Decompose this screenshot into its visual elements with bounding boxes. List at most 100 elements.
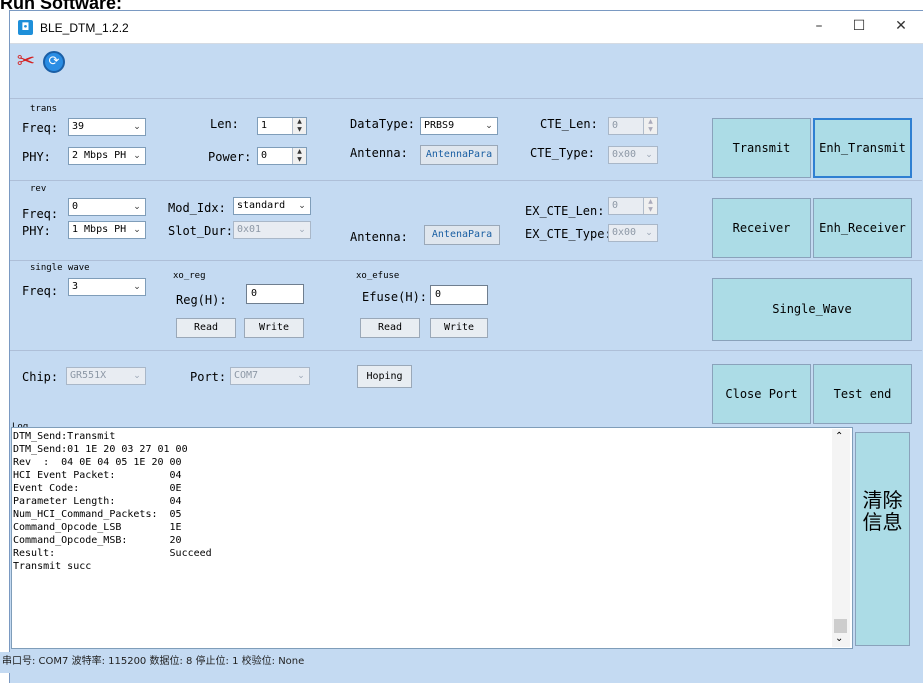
reg-read-button[interactable]: Read <box>176 318 236 338</box>
section-divider <box>10 350 922 351</box>
chip-value: GR551X <box>70 370 107 381</box>
spinner-arrows-icon[interactable]: ▲ ▼ <box>292 148 306 164</box>
mod-idx-label: Mod_Idx: <box>168 201 226 215</box>
trans-phy-select[interactable]: 2 Mbps PH ⌄ <box>68 147 146 165</box>
trans-phy-label: PHY: <box>22 150 51 164</box>
port-label: Port: <box>190 370 227 384</box>
trans-phy-value: 2 Mbps PH <box>72 150 127 161</box>
rev-freq-select[interactable]: 0 ⌄ <box>68 198 146 216</box>
minimize-button[interactable]: – <box>800 11 838 44</box>
refresh-icon[interactable]: ⟳ <box>43 51 65 73</box>
transmit-button[interactable]: Transmit <box>712 118 811 178</box>
spinner-arrows-icon[interactable]: ▲ ▼ <box>292 118 306 134</box>
rev-phy-label: PHY: <box>22 224 51 238</box>
port-select[interactable]: COM7 ⌄ <box>230 367 310 385</box>
reg-write-button[interactable]: Write <box>244 318 304 338</box>
chevron-down-icon: ⌄ <box>645 228 653 238</box>
rev-phy-select[interactable]: 1 Mbps PH ⌄ <box>68 221 146 239</box>
trans-power-label: Power: <box>208 150 252 164</box>
maximize-button[interactable]: ☐ <box>840 11 878 44</box>
efuse-write-button[interactable]: Write <box>430 318 488 338</box>
trans-freq-value: 39 <box>72 121 85 132</box>
receiver-button[interactable]: Receiver <box>712 198 811 258</box>
ex-cte-type-label: EX_CTE_Type: <box>525 227 612 241</box>
cte-type-value: 0x00 <box>612 149 637 160</box>
single-freq-label: Freq: <box>22 284 59 298</box>
spinner-arrows-icon[interactable]: ▲ ▼ <box>643 198 657 214</box>
spinner-arrows-icon[interactable]: ▲ ▼ <box>643 118 657 134</box>
cte-type-select[interactable]: 0x00 ⌄ <box>608 146 658 164</box>
test-end-button[interactable]: Test end <box>813 364 912 424</box>
trans-antenna-para-button[interactable]: AntennaPara <box>420 145 498 165</box>
trans-power-value: 0 <box>261 150 268 161</box>
datatype-value: PRBS9 <box>424 120 455 131</box>
rev-freq-value: 0 <box>72 201 79 212</box>
chip-select[interactable]: GR551X ⌄ <box>66 367 146 385</box>
trans-len-spinner[interactable]: 1 ▲ ▼ <box>257 117 307 135</box>
chevron-down-icon: ⌄ <box>298 201 306 211</box>
rev-antenna-label: Antenna: <box>350 230 408 244</box>
mod-idx-value: standard <box>237 200 286 211</box>
trans-len-label: Len: <box>210 117 239 131</box>
ex-cte-len-value: 0 <box>612 200 619 211</box>
reg-input[interactable]: 0 <box>246 284 304 304</box>
log-scrollbar[interactable]: ⌃ ⌄ <box>832 429 850 647</box>
trans-freq-select[interactable]: 39 ⌄ <box>68 118 146 136</box>
rev-antenna-para-button[interactable]: AntenaPara <box>424 225 500 245</box>
chip-label: Chip: <box>22 370 59 384</box>
chevron-down-icon: ⌄ <box>133 282 141 292</box>
xo-efuse-group-label: xo_efuse <box>356 271 400 281</box>
efuse-label: Efuse(H): <box>362 290 428 304</box>
chevron-down-icon: ⌄ <box>133 151 141 161</box>
rev-group-label: rev <box>30 184 47 194</box>
enh-receiver-button[interactable]: Enh_Receiver <box>813 198 912 258</box>
datatype-select[interactable]: PRBS9 ⌄ <box>420 117 498 135</box>
single-wave-button[interactable]: Single_Wave <box>712 278 912 341</box>
cte-type-label: CTE_Type: <box>530 146 596 160</box>
chevron-down-icon: ⌄ <box>485 121 493 131</box>
ex-cte-type-select[interactable]: 0x00 ⌄ <box>608 224 658 242</box>
status-text: 串口号: COM7 波特率: 115200 数据位: 8 停止位: 1 校验位:… <box>2 656 305 667</box>
slot-dur-label: Slot_Dur: <box>168 224 234 238</box>
scroll-down-icon[interactable]: ⌄ <box>835 633 843 644</box>
slot-dur-select[interactable]: 0x01 ⌄ <box>233 221 311 239</box>
trans-power-spinner[interactable]: 0 ▲ ▼ <box>257 147 307 165</box>
chevron-down-icon: ⌄ <box>298 225 306 235</box>
trans-antenna-label: Antenna: <box>350 146 408 160</box>
clear-info-button[interactable]: 清除信息 <box>855 432 910 646</box>
slot-dur-value: 0x01 <box>237 224 262 235</box>
cte-len-label: CTE_Len: <box>540 117 598 131</box>
app-icon: ◘ <box>18 20 33 35</box>
trans-freq-label: Freq: <box>22 121 59 135</box>
settings-tools-icon[interactable]: ✂ <box>12 48 40 76</box>
chevron-down-icon: ⌄ <box>133 202 141 212</box>
title-bar: ◘ BLE_DTM_1.2.2 – ☐ ✕ <box>10 11 923 44</box>
efuse-input[interactable]: 0 <box>430 285 488 305</box>
xo-reg-group-label: xo_reg <box>173 271 206 281</box>
log-text: DTM_Send:Transmit DTM_Send:01 1E 20 03 2… <box>13 431 212 572</box>
chevron-down-icon: ⌄ <box>297 371 305 381</box>
scroll-up-icon[interactable]: ⌃ <box>835 431 843 442</box>
mod-idx-select[interactable]: standard ⌄ <box>233 197 311 215</box>
hoping-button[interactable]: Hoping <box>357 365 412 388</box>
close-button[interactable]: ✕ <box>882 11 920 44</box>
window-title: BLE_DTM_1.2.2 <box>40 21 129 35</box>
cte-len-value: 0 <box>612 120 619 131</box>
ex-cte-type-value: 0x00 <box>612 227 637 238</box>
reg-label: Reg(H): <box>176 293 227 307</box>
chevron-down-icon: ⌄ <box>133 122 141 132</box>
ex-cte-len-spinner[interactable]: 0 ▲ ▼ <box>608 197 658 215</box>
toolbar <box>10 44 923 99</box>
cte-len-spinner[interactable]: 0 ▲ ▼ <box>608 117 658 135</box>
rev-freq-label: Freq: <box>22 207 59 221</box>
single-freq-select[interactable]: 3 ⌄ <box>68 278 146 296</box>
port-value: COM7 <box>234 370 259 381</box>
single-freq-value: 3 <box>72 281 79 292</box>
chevron-down-icon: ⌄ <box>133 371 141 381</box>
section-divider <box>10 260 922 261</box>
enh-transmit-button[interactable]: Enh_Transmit <box>813 118 912 178</box>
efuse-read-button[interactable]: Read <box>360 318 420 338</box>
chevron-down-icon: ⌄ <box>645 150 653 160</box>
close-port-button[interactable]: Close Port <box>712 364 811 424</box>
scroll-thumb[interactable] <box>834 619 847 633</box>
